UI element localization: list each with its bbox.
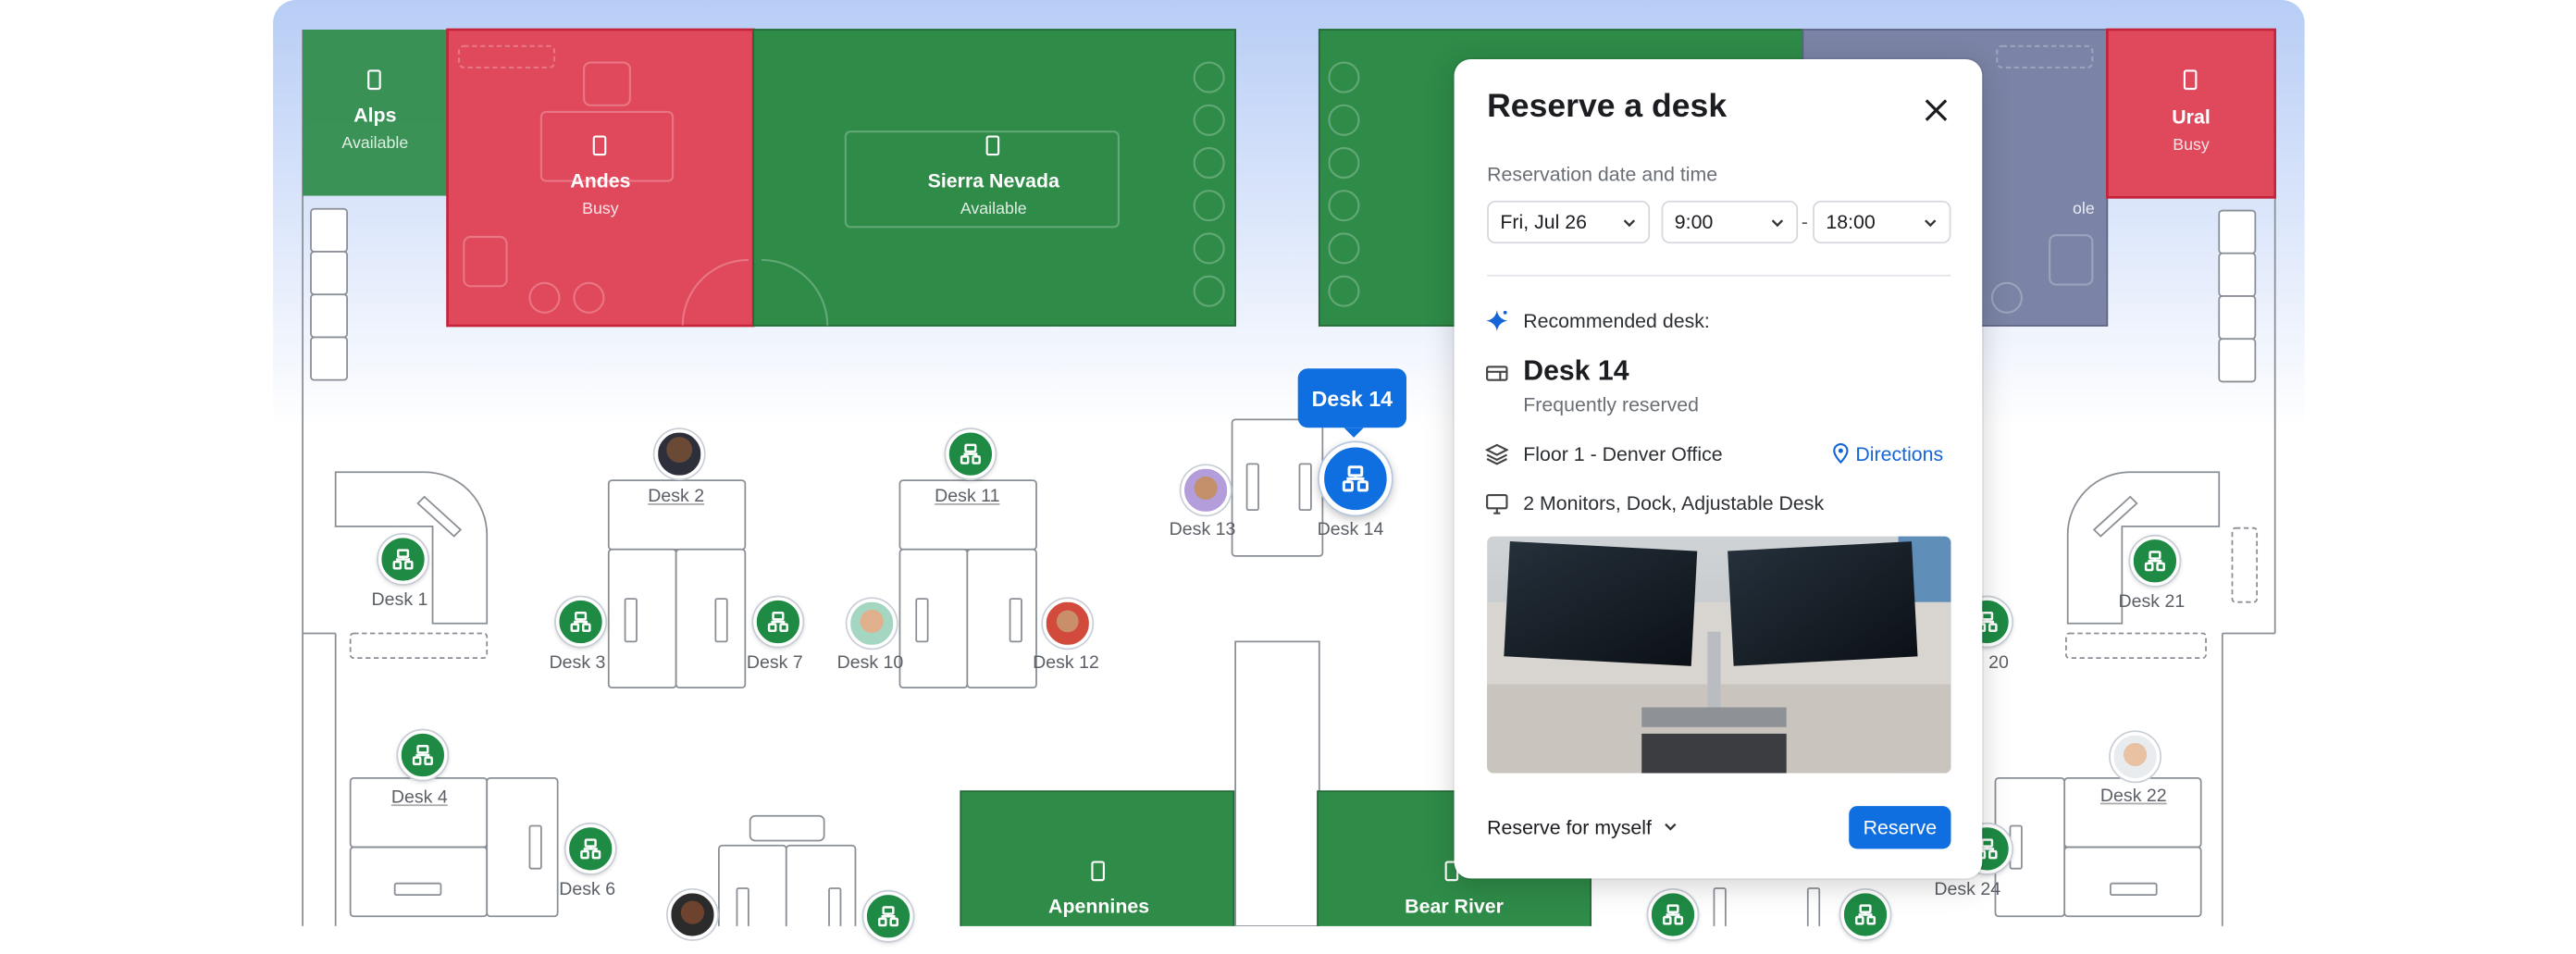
divider	[1487, 274, 1951, 277]
monitor-icon	[1486, 494, 1508, 514]
desk-icon	[767, 611, 788, 633]
desk-amenities: 2 Monitors, Dock, Adjustable Desk	[1523, 491, 1825, 515]
desk-photo	[1487, 536, 1951, 774]
desk-label-6: Desk 6	[559, 880, 616, 900]
desk-icon	[1486, 365, 1508, 381]
recommended-label: Recommended desk:	[1523, 309, 1710, 333]
room-label-ural: Ural	[2172, 105, 2211, 129]
date-select[interactable]: Fri, Jul 26	[1487, 200, 1651, 244]
avatar[interactable]	[1181, 465, 1231, 515]
desk-label-12: Desk 12	[1033, 652, 1099, 674]
chevron-down-icon	[1623, 219, 1636, 228]
desk-pin-3[interactable]	[555, 597, 606, 647]
desk-label-10: Desk 10	[836, 652, 904, 674]
recommended-desk-name: Desk 14	[1523, 355, 1629, 387]
desk-label-1: Desk 1	[371, 590, 428, 611]
start-time-value: 9:00	[1674, 210, 1714, 234]
recommended-desk-note: Frequently reserved	[1523, 392, 1699, 416]
end-time-select[interactable]: 18:00	[1813, 200, 1951, 244]
avatar[interactable]	[847, 599, 897, 649]
avatar[interactable]	[654, 429, 704, 479]
desk-label-3: Desk 3	[549, 652, 606, 674]
desk-icon	[2144, 551, 2165, 572]
desk-icon	[1855, 904, 1876, 925]
desk-pin-bottom-3[interactable]	[1840, 889, 1890, 940]
layers-icon	[1485, 443, 1509, 465]
desk-icon	[877, 906, 899, 927]
desk-icon	[1663, 904, 1684, 925]
room-label-apennines: Apennines	[1048, 895, 1150, 919]
reserve-for-dropdown[interactable]: Reserve for myself	[1487, 816, 1678, 839]
desk-icon	[960, 443, 981, 465]
sparkle-icon	[1486, 310, 1508, 332]
close-icon[interactable]	[1918, 93, 1954, 129]
room-label-bear-river: Bear River	[1405, 895, 1504, 919]
room-status-ural: Busy	[2173, 136, 2210, 155]
panel-title: Reserve a desk	[1487, 89, 1728, 126]
desk-pin-bottom-2[interactable]	[1648, 889, 1698, 940]
desk-label-14: Desk 14	[1317, 519, 1384, 540]
desk-tooltip: Desk 14	[1297, 368, 1407, 438]
chevron-down-icon	[1771, 219, 1784, 228]
desk-label-21: Desk 21	[2118, 592, 2186, 613]
desk-icon	[580, 838, 601, 860]
desk-label-11: Desk 11	[935, 487, 1000, 507]
desk-label-22: Desk 22	[2099, 786, 2167, 807]
desk-label-2: Desk 2	[648, 487, 705, 507]
desk-label-13: Desk 13	[1169, 519, 1236, 540]
room-label-andes: Andes	[570, 169, 631, 193]
avatar[interactable]	[1043, 599, 1093, 649]
room-status-partial: ole	[2073, 200, 2095, 219]
desk-pin-bottom[interactable]	[863, 891, 913, 941]
room-status-alps: Available	[341, 134, 409, 154]
room-status-sierra-nevada: Available	[960, 200, 1027, 219]
desk-location: Floor 1 - Denver Office	[1523, 442, 1723, 466]
reserve-for-label: Reserve for myself	[1487, 815, 1652, 839]
directions-link[interactable]: Directions	[1855, 442, 1943, 465]
room-label-sierra-nevada: Sierra Nevada	[927, 169, 1059, 193]
reserve-desk-panel: Reserve a desk Reservation date and time…	[1454, 59, 1983, 879]
room-label-alps: Alps	[353, 104, 397, 127]
desk-label-20: 20	[1988, 652, 2009, 674]
selected-desk-pin[interactable]	[1319, 442, 1393, 515]
reserve-button[interactable]: Reserve	[1849, 806, 1951, 849]
desk-pin-1[interactable]	[378, 534, 428, 585]
start-time-select[interactable]: 9:00	[1661, 200, 1799, 244]
chevron-down-icon	[1925, 219, 1937, 228]
desk-pin-11[interactable]	[946, 429, 996, 479]
desk-icon	[412, 744, 433, 766]
location-pin-icon	[1833, 442, 1849, 465]
desk-pin-21[interactable]	[2130, 536, 2180, 586]
desk-pin-6[interactable]	[565, 824, 615, 874]
desk-label-4: Desk 4	[390, 787, 448, 808]
desk-label-24: Desk 24	[1934, 880, 2001, 900]
date-value: Fri, Jul 26	[1500, 210, 1588, 234]
end-time-value: 18:00	[1826, 210, 1876, 234]
room-status-andes: Busy	[582, 200, 619, 219]
desk-icon	[570, 611, 591, 633]
reservation-label: Reservation date and time	[1487, 163, 1718, 186]
avatar[interactable]	[2110, 732, 2161, 782]
avatar[interactable]	[667, 889, 718, 940]
time-separator: -	[1801, 210, 1808, 234]
desk-icon	[1342, 465, 1368, 492]
desk-icon	[392, 549, 414, 570]
chevron-down-icon	[1665, 823, 1678, 831]
desk-pin-4[interactable]	[398, 730, 448, 780]
desk-pin-7[interactable]	[753, 597, 803, 647]
